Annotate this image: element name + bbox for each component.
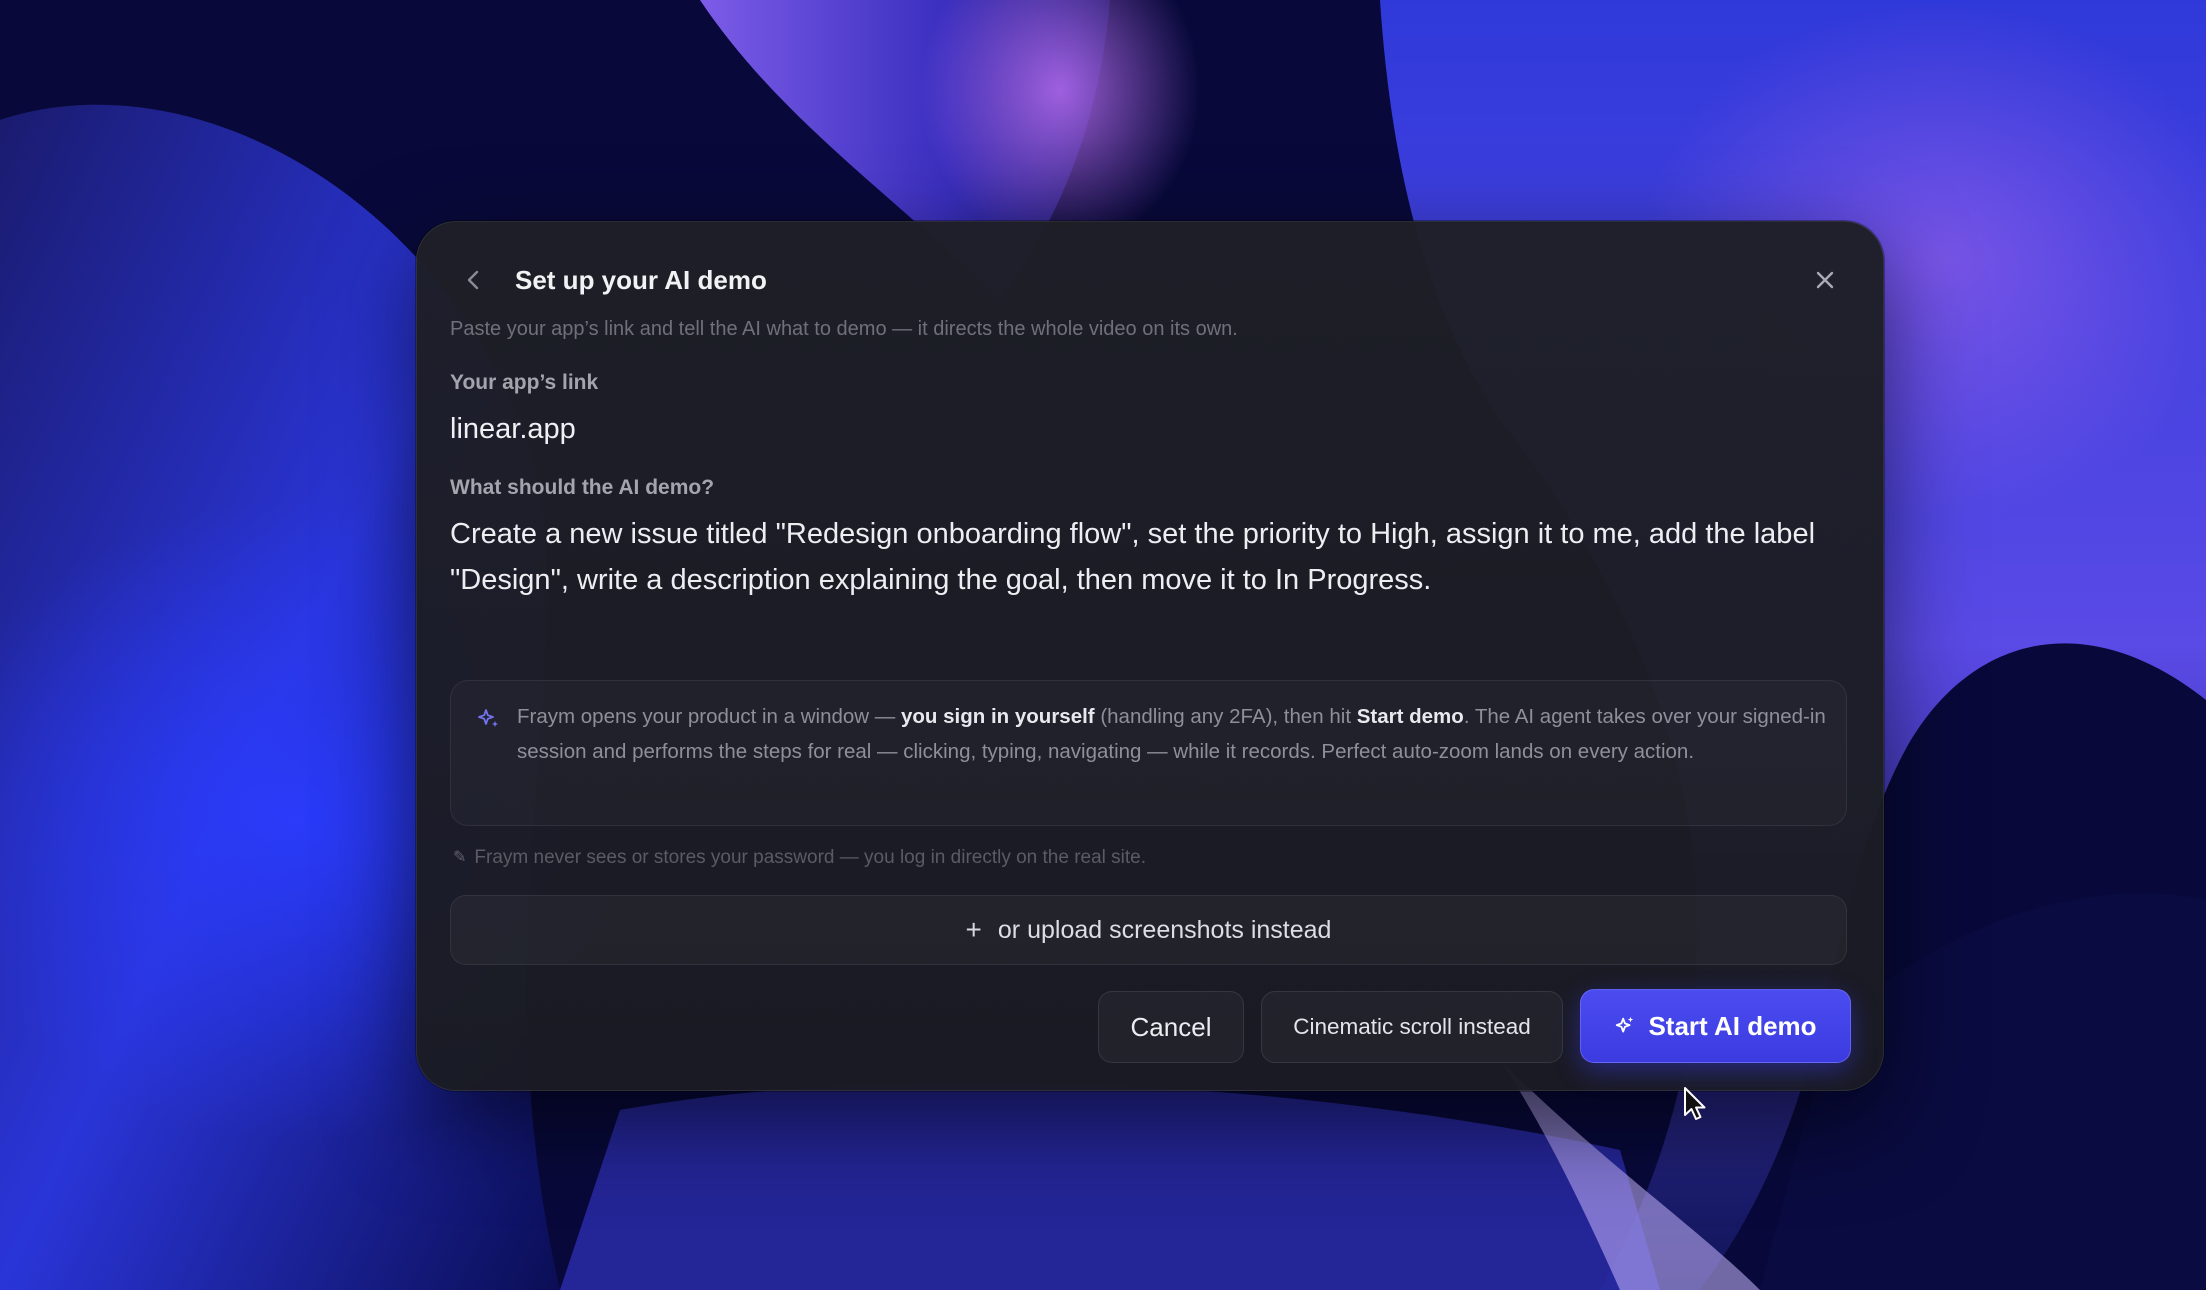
info-text-bold: Start demo: [1356, 705, 1464, 728]
cinematic-scroll-button[interactable]: Cinematic scroll instead: [1261, 991, 1563, 1063]
plus-icon: +: [965, 914, 982, 945]
start-ai-demo-button[interactable]: Start AI demo: [1580, 989, 1851, 1063]
info-text-part: Fraym opens your product in a window —: [517, 705, 901, 728]
sparkle-icon: [1616, 1016, 1634, 1033]
ai-demo-dialog: Set up your AI demo Paste your app’s lin…: [416, 221, 1884, 1091]
demo-prompt-textarea[interactable]: Create a new issue titled "Redesign onbo…: [450, 511, 1845, 603]
upload-screenshots-button[interactable]: + or upload screenshots instead: [450, 895, 1847, 965]
info-text-part: (handling any 2FA), then hit: [1094, 705, 1357, 728]
info-box: Fraym opens your product in a window — y…: [450, 680, 1847, 826]
chevron-left-icon[interactable]: [455, 262, 491, 298]
cancel-label: Cancel: [1130, 1011, 1212, 1042]
privacy-note: ✎ Fraym never sees or stores your passwo…: [453, 844, 1146, 872]
desktop: Set up your AI demo Paste your app’s lin…: [0, 0, 2206, 1290]
cancel-button[interactable]: Cancel: [1098, 991, 1244, 1063]
app-link-input[interactable]: [450, 405, 1830, 453]
upload-screenshots-label: or upload screenshots instead: [997, 915, 1332, 944]
start-ai-demo-label: Start AI demo: [1648, 1010, 1817, 1041]
pen-icon: ✎: [453, 849, 467, 866]
dialog-title: Set up your AI demo: [515, 265, 767, 295]
info-text: Fraym opens your product in a window — y…: [517, 699, 1827, 769]
cinematic-scroll-label: Cinematic scroll instead: [1293, 1014, 1531, 1039]
info-text-bold: you sign in yourself: [900, 705, 1095, 728]
dialog-subtitle: Paste your app’s link and tell the AI wh…: [450, 318, 1238, 340]
close-icon[interactable]: [1805, 260, 1845, 300]
privacy-text: Fraym never sees or stores your password…: [474, 847, 1147, 868]
sparkle-icon: [478, 709, 498, 727]
app-link-label: Your app’s link: [450, 371, 599, 394]
mouse-cursor-icon: [1684, 1087, 1706, 1120]
demo-prompt-label: What should the AI demo?: [450, 476, 715, 499]
